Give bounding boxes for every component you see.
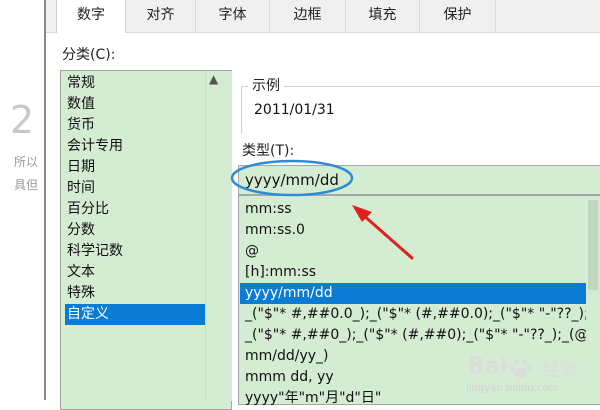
watermark-brand: Bai (468, 354, 508, 379)
tab-border[interactable]: 边框 (270, 0, 346, 32)
background-text-line: 所以 (14, 155, 39, 169)
tab-fill[interactable]: 填充 (346, 0, 420, 32)
sample-value: 2011/01/31 (254, 102, 335, 118)
category-item-general[interactable]: 常规 (65, 73, 209, 94)
category-item-text[interactable]: 文本 (65, 262, 209, 283)
watermark-jingyan: 经验 (542, 360, 578, 381)
baidu-paw-icon (509, 359, 532, 378)
category-label: 分类(C): (62, 47, 116, 63)
tab-protection[interactable]: 保护 (420, 0, 496, 32)
category-item-number[interactable]: 数值 (65, 94, 209, 115)
scroll-up-arrow-icon[interactable]: ▲ (209, 72, 218, 86)
category-item-scientific[interactable]: 科学记数 (65, 241, 209, 262)
background-document (0, 0, 50, 400)
background-text-line: 具但 (14, 178, 39, 192)
format-item[interactable]: _("$"* #,##0.0_);_("$"* (#,##0.0);_("$"*… (240, 304, 600, 325)
format-item-selected[interactable]: yyyy/mm/dd (240, 283, 600, 304)
format-item[interactable]: mm:ss.0 (240, 220, 600, 241)
format-item[interactable]: [h]:mm:ss (240, 262, 600, 283)
format-item[interactable]: @ (240, 241, 600, 262)
category-item-custom[interactable]: 自定义 (65, 304, 209, 325)
format-item[interactable]: mm:ss (240, 199, 600, 220)
category-item-time[interactable]: 时间 (65, 178, 209, 199)
tab-number[interactable]: 数字 (56, 0, 126, 33)
watermark-url: jingyan.baidu.com (466, 383, 559, 394)
scroll-thumb[interactable] (588, 200, 598, 290)
category-item-special[interactable]: 特殊 (65, 283, 209, 304)
category-item-percentage[interactable]: 百分比 (65, 199, 209, 220)
category-scrollbar[interactable] (205, 71, 232, 401)
type-input[interactable]: yyyy/mm/dd (238, 165, 600, 195)
background-step-number: 2 (10, 98, 35, 142)
tab-alignment[interactable]: 对齐 (126, 0, 196, 32)
tab-font[interactable]: 字体 (196, 0, 270, 32)
type-label: 类型(T): (242, 143, 295, 159)
category-item-currency[interactable]: 货币 (65, 115, 209, 136)
category-item-accounting[interactable]: 会计专用 (65, 136, 209, 157)
category-item-fraction[interactable]: 分数 (65, 220, 209, 241)
format-item[interactable]: _("$"* #,##0_);_("$"* (#,##0);_("$"* "-"… (240, 325, 600, 346)
sample-label: 示例 (248, 75, 284, 95)
category-item-date[interactable]: 日期 (65, 157, 209, 178)
